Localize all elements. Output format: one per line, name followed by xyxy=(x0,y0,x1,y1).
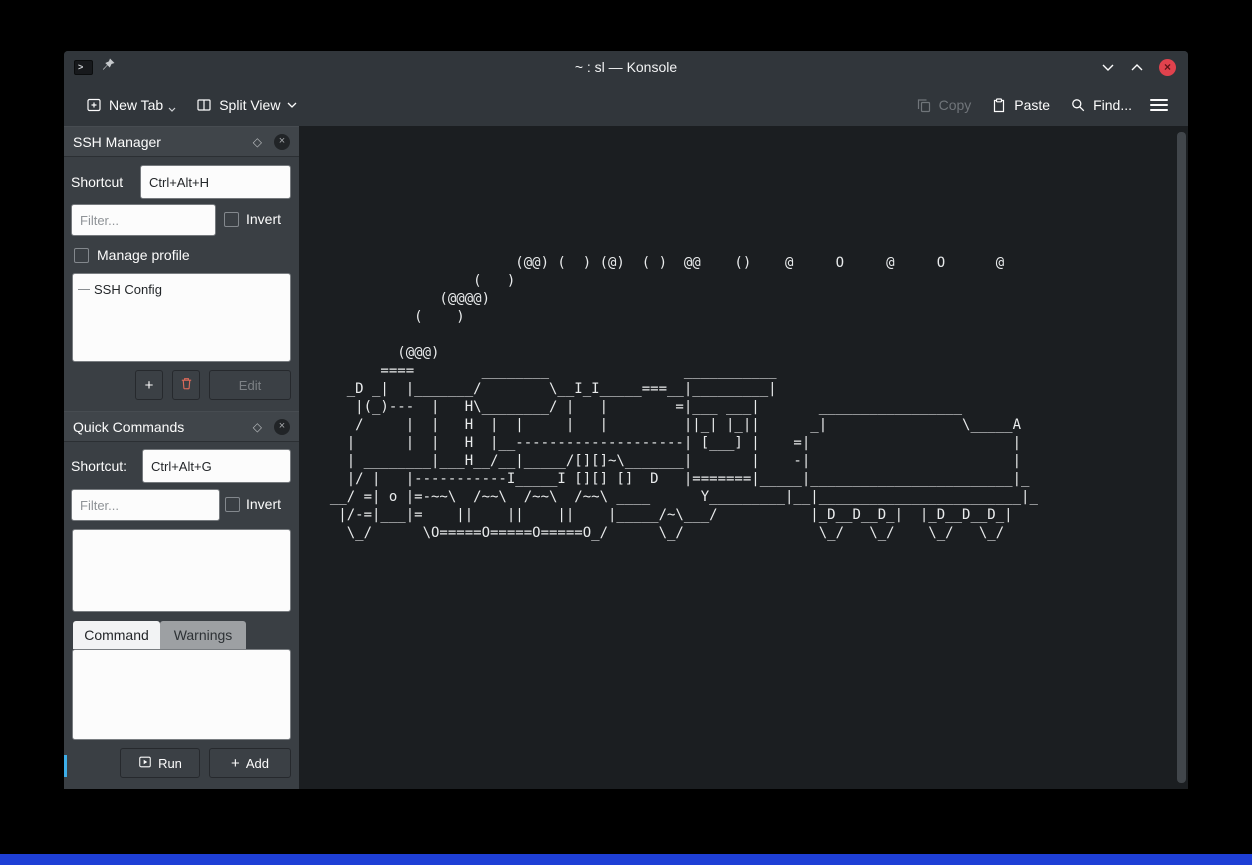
ssh-invert-checkbox[interactable] xyxy=(224,212,239,227)
new-tab-label: New Tab xyxy=(109,97,163,113)
quick-commands-header: Quick Commands ◇ × xyxy=(64,411,299,442)
sidebar: SSH Manager ◇ × Shortcut Invert Manage p… xyxy=(64,126,299,789)
run-label: Run xyxy=(158,756,182,771)
split-view-chevron-icon xyxy=(287,102,297,108)
ssh-shortcut-input[interactable] xyxy=(140,165,291,199)
split-view-button[interactable]: Split View xyxy=(188,91,305,119)
paste-button[interactable]: Paste xyxy=(983,91,1058,119)
minimize-button[interactable] xyxy=(1101,63,1115,72)
add-command-button[interactable]: + Add xyxy=(209,748,291,778)
plus-icon: + xyxy=(145,378,154,393)
new-tab-icon xyxy=(86,97,102,113)
ssh-filter-input[interactable] xyxy=(71,204,216,236)
scrollbar-thumb[interactable] xyxy=(1177,132,1186,783)
split-view-label: Split View xyxy=(219,97,280,113)
focus-accent xyxy=(64,755,67,777)
close-panel-icon[interactable]: × xyxy=(274,419,290,435)
paste-label: Paste xyxy=(1014,97,1050,113)
split-view-icon xyxy=(196,97,212,113)
tab-warnings[interactable]: Warnings xyxy=(160,621,246,649)
konsole-app-icon[interactable]: > xyxy=(74,60,93,75)
ssh-edit-button[interactable]: Edit xyxy=(209,370,291,400)
qc-invert-label: Invert xyxy=(246,496,281,512)
terminal-output: (@@) ( ) (@) ( ) @@ () @ O @ O @ ( ) (@@… xyxy=(299,126,1188,542)
window-content: SSH Manager ◇ × Shortcut Invert Manage p… xyxy=(64,126,1188,789)
tab-command-label: Command xyxy=(84,627,149,643)
find-label: Find... xyxy=(1093,97,1132,113)
new-tab-dropdown-icon xyxy=(168,107,176,112)
titlebar[interactable]: ~ : sl — Konsole > × xyxy=(64,51,1188,83)
ssh-manager-header: SSH Manager ◇ × xyxy=(64,126,299,157)
terminal-scrollbar[interactable] xyxy=(1177,132,1186,783)
tab-warnings-label: Warnings xyxy=(174,627,233,643)
ssh-config-label: SSH Config xyxy=(94,282,162,297)
detach-panel-icon[interactable]: ◇ xyxy=(253,135,262,149)
ssh-invert-label: Invert xyxy=(246,211,281,227)
copy-button[interactable]: Copy xyxy=(908,91,980,119)
konsole-window: ~ : sl — Konsole > × xyxy=(64,51,1188,789)
edit-label: Edit xyxy=(239,378,261,393)
qc-filter-input[interactable] xyxy=(71,489,220,521)
find-button[interactable]: Find... xyxy=(1062,91,1140,119)
copy-icon xyxy=(916,97,932,113)
pin-icon[interactable] xyxy=(101,57,116,77)
qc-command-list[interactable] xyxy=(72,529,291,612)
quick-commands-title: Quick Commands xyxy=(73,419,253,435)
close-button[interactable]: × xyxy=(1159,59,1176,76)
detach-panel-icon[interactable]: ◇ xyxy=(253,420,262,434)
ssh-profile-list[interactable]: SSH Config xyxy=(72,273,291,362)
paste-icon xyxy=(991,97,1007,113)
main-toolbar: New Tab Split View xyxy=(64,83,1188,126)
run-icon xyxy=(138,755,152,772)
add-label: Add xyxy=(246,756,269,771)
close-panel-icon[interactable]: × xyxy=(274,134,290,150)
terminal-view[interactable]: (@@) ( ) (@) ( ) @@ () @ O @ O @ ( ) (@@… xyxy=(299,126,1188,789)
search-icon xyxy=(1070,97,1086,113)
qc-shortcut-label: Shortcut: xyxy=(71,458,127,474)
qc-shortcut-input[interactable] xyxy=(142,449,291,483)
manage-profile-label: Manage profile xyxy=(97,247,190,263)
qc-invert-checkbox[interactable] xyxy=(225,497,240,512)
tab-command[interactable]: Command xyxy=(73,621,160,649)
ssh-add-button[interactable]: + xyxy=(135,370,163,400)
ssh-shortcut-label: Shortcut xyxy=(71,174,123,190)
copy-label: Copy xyxy=(939,97,972,113)
run-button[interactable]: Run xyxy=(120,748,200,778)
manage-profile-checkbox[interactable] xyxy=(74,248,89,263)
plus-icon: + xyxy=(231,756,240,771)
list-item-ssh-config[interactable]: SSH Config xyxy=(73,274,290,297)
desktop-edge xyxy=(0,854,1252,865)
menu-icon[interactable] xyxy=(1144,93,1174,117)
ssh-delete-button[interactable] xyxy=(172,370,200,400)
ssh-manager-title: SSH Manager xyxy=(73,134,253,150)
qc-command-editor[interactable] xyxy=(72,649,291,740)
desktop-background: ~ : sl — Konsole > × xyxy=(0,0,1252,865)
maximize-button[interactable] xyxy=(1130,63,1144,72)
new-tab-button[interactable]: New Tab xyxy=(78,91,184,119)
tree-branch-icon xyxy=(78,289,90,290)
window-title: ~ : sl — Konsole xyxy=(64,51,1188,83)
trash-icon xyxy=(179,376,194,394)
